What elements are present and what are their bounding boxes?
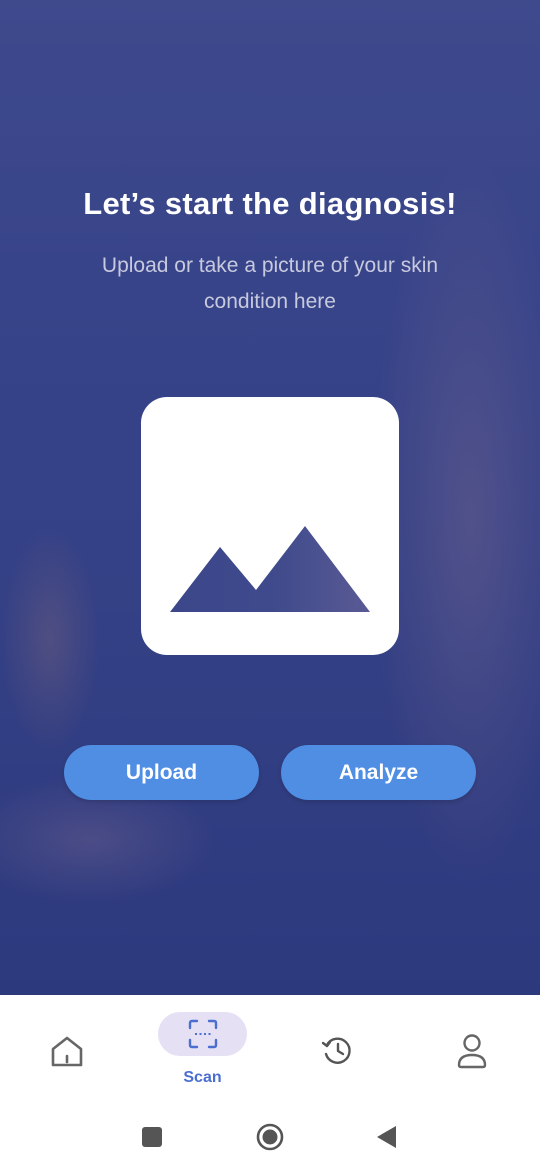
nav-item-home[interactable] bbox=[30, 995, 105, 1095]
system-navigation-bar bbox=[0, 1095, 540, 1170]
page-title: Let’s start the diagnosis! bbox=[83, 186, 457, 221]
nav-item-profile[interactable] bbox=[435, 995, 510, 1095]
image-placeholder-icon bbox=[170, 526, 370, 612]
recents-button[interactable] bbox=[141, 1126, 163, 1148]
nav-item-history[interactable] bbox=[300, 995, 375, 1095]
nav-item-scan[interactable]: Scan bbox=[150, 995, 255, 1095]
page-subtitle: Upload or take a picture of your skin co… bbox=[101, 254, 439, 313]
profile-icon bbox=[457, 1034, 487, 1069]
home-button[interactable] bbox=[255, 1122, 285, 1152]
image-preview[interactable] bbox=[141, 397, 399, 655]
upload-button[interactable]: Upload bbox=[64, 745, 259, 800]
nav-label-scan: Scan bbox=[183, 1069, 222, 1086]
bottom-nav: Scan bbox=[0, 995, 540, 1095]
analyze-button[interactable]: Analyze bbox=[281, 745, 476, 800]
back-button[interactable] bbox=[376, 1125, 398, 1149]
scan-icon bbox=[188, 1019, 218, 1049]
home-icon bbox=[51, 1036, 83, 1067]
history-icon bbox=[321, 1037, 351, 1064]
